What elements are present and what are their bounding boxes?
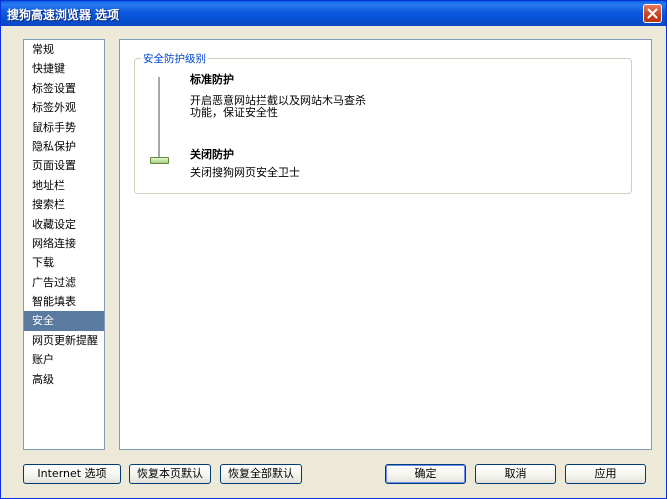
security-level-slider-track[interactable] [158, 77, 161, 159]
options-dialog: 搜狗高速浏览器 选项 常规 快捷键 标签设置 标签外观 鼠标手势 隐私保护 页面… [0, 0, 667, 499]
sidebar-item-page-update[interactable]: 网页更新提醒 [24, 331, 104, 350]
level-off-desc: 关闭搜狗网页安全卫士 [190, 166, 300, 179]
sidebar-item-address-bar[interactable]: 地址栏 [24, 176, 104, 195]
sidebar-item-ad-filter[interactable]: 广告过滤 [24, 273, 104, 292]
sidebar-item-shortcuts[interactable]: 快捷键 [24, 59, 104, 78]
group-label: 安全防护级别 [141, 51, 208, 66]
sidebar-item-page-settings[interactable]: 页面设置 [24, 156, 104, 175]
sidebar-item-security[interactable]: 安全 [24, 311, 104, 331]
apply-button[interactable]: 应用 [565, 464, 646, 484]
sidebar-item-autofill[interactable]: 智能填表 [24, 292, 104, 311]
restore-all-defaults-button[interactable]: 恢复全部默认 [220, 464, 302, 484]
security-level-slider-thumb[interactable] [150, 157, 169, 164]
sidebar-item-account[interactable]: 账户 [24, 350, 104, 369]
sidebar-item-advanced[interactable]: 高级 [24, 370, 104, 389]
sidebar-item-tab-appearance[interactable]: 标签外观 [24, 98, 104, 117]
options-category-list: 常规 快捷键 标签设置 标签外观 鼠标手势 隐私保护 页面设置 地址栏 搜索栏 … [23, 39, 105, 450]
level-off-title: 关闭防护 [190, 148, 234, 161]
level-standard-title: 标准防护 [190, 73, 234, 86]
ok-button[interactable]: 确定 [385, 464, 466, 484]
close-button[interactable] [643, 4, 662, 23]
restore-page-defaults-button[interactable]: 恢复本页默认 [129, 464, 211, 484]
cancel-button[interactable]: 取消 [475, 464, 556, 484]
title-bar[interactable]: 搜狗高速浏览器 选项 [1, 1, 666, 26]
security-settings-panel: 安全防护级别 标准防护 开启恶意网站拦截以及网站木马查杀 功能，保证安全性 关闭… [119, 39, 652, 450]
sidebar-item-favorites[interactable]: 收藏设定 [24, 215, 104, 234]
internet-options-button[interactable]: Internet 选项 [23, 464, 121, 484]
sidebar-item-network[interactable]: 网络连接 [24, 234, 104, 253]
sidebar-item-general[interactable]: 常规 [24, 40, 104, 59]
window-title: 搜狗高速浏览器 选项 [7, 8, 120, 22]
close-icon [647, 8, 658, 19]
sidebar-item-search-bar[interactable]: 搜索栏 [24, 195, 104, 214]
sidebar-item-download[interactable]: 下载 [24, 253, 104, 272]
sidebar-item-tab-settings[interactable]: 标签设置 [24, 79, 104, 98]
security-level-group: 安全防护级别 标准防护 开启恶意网站拦截以及网站木马查杀 功能，保证安全性 关闭… [134, 51, 632, 194]
sidebar-item-mouse-gestures[interactable]: 鼠标手势 [24, 118, 104, 137]
level-standard-desc-line2: 功能，保证安全性 [190, 106, 278, 119]
sidebar-item-privacy[interactable]: 隐私保护 [24, 137, 104, 156]
